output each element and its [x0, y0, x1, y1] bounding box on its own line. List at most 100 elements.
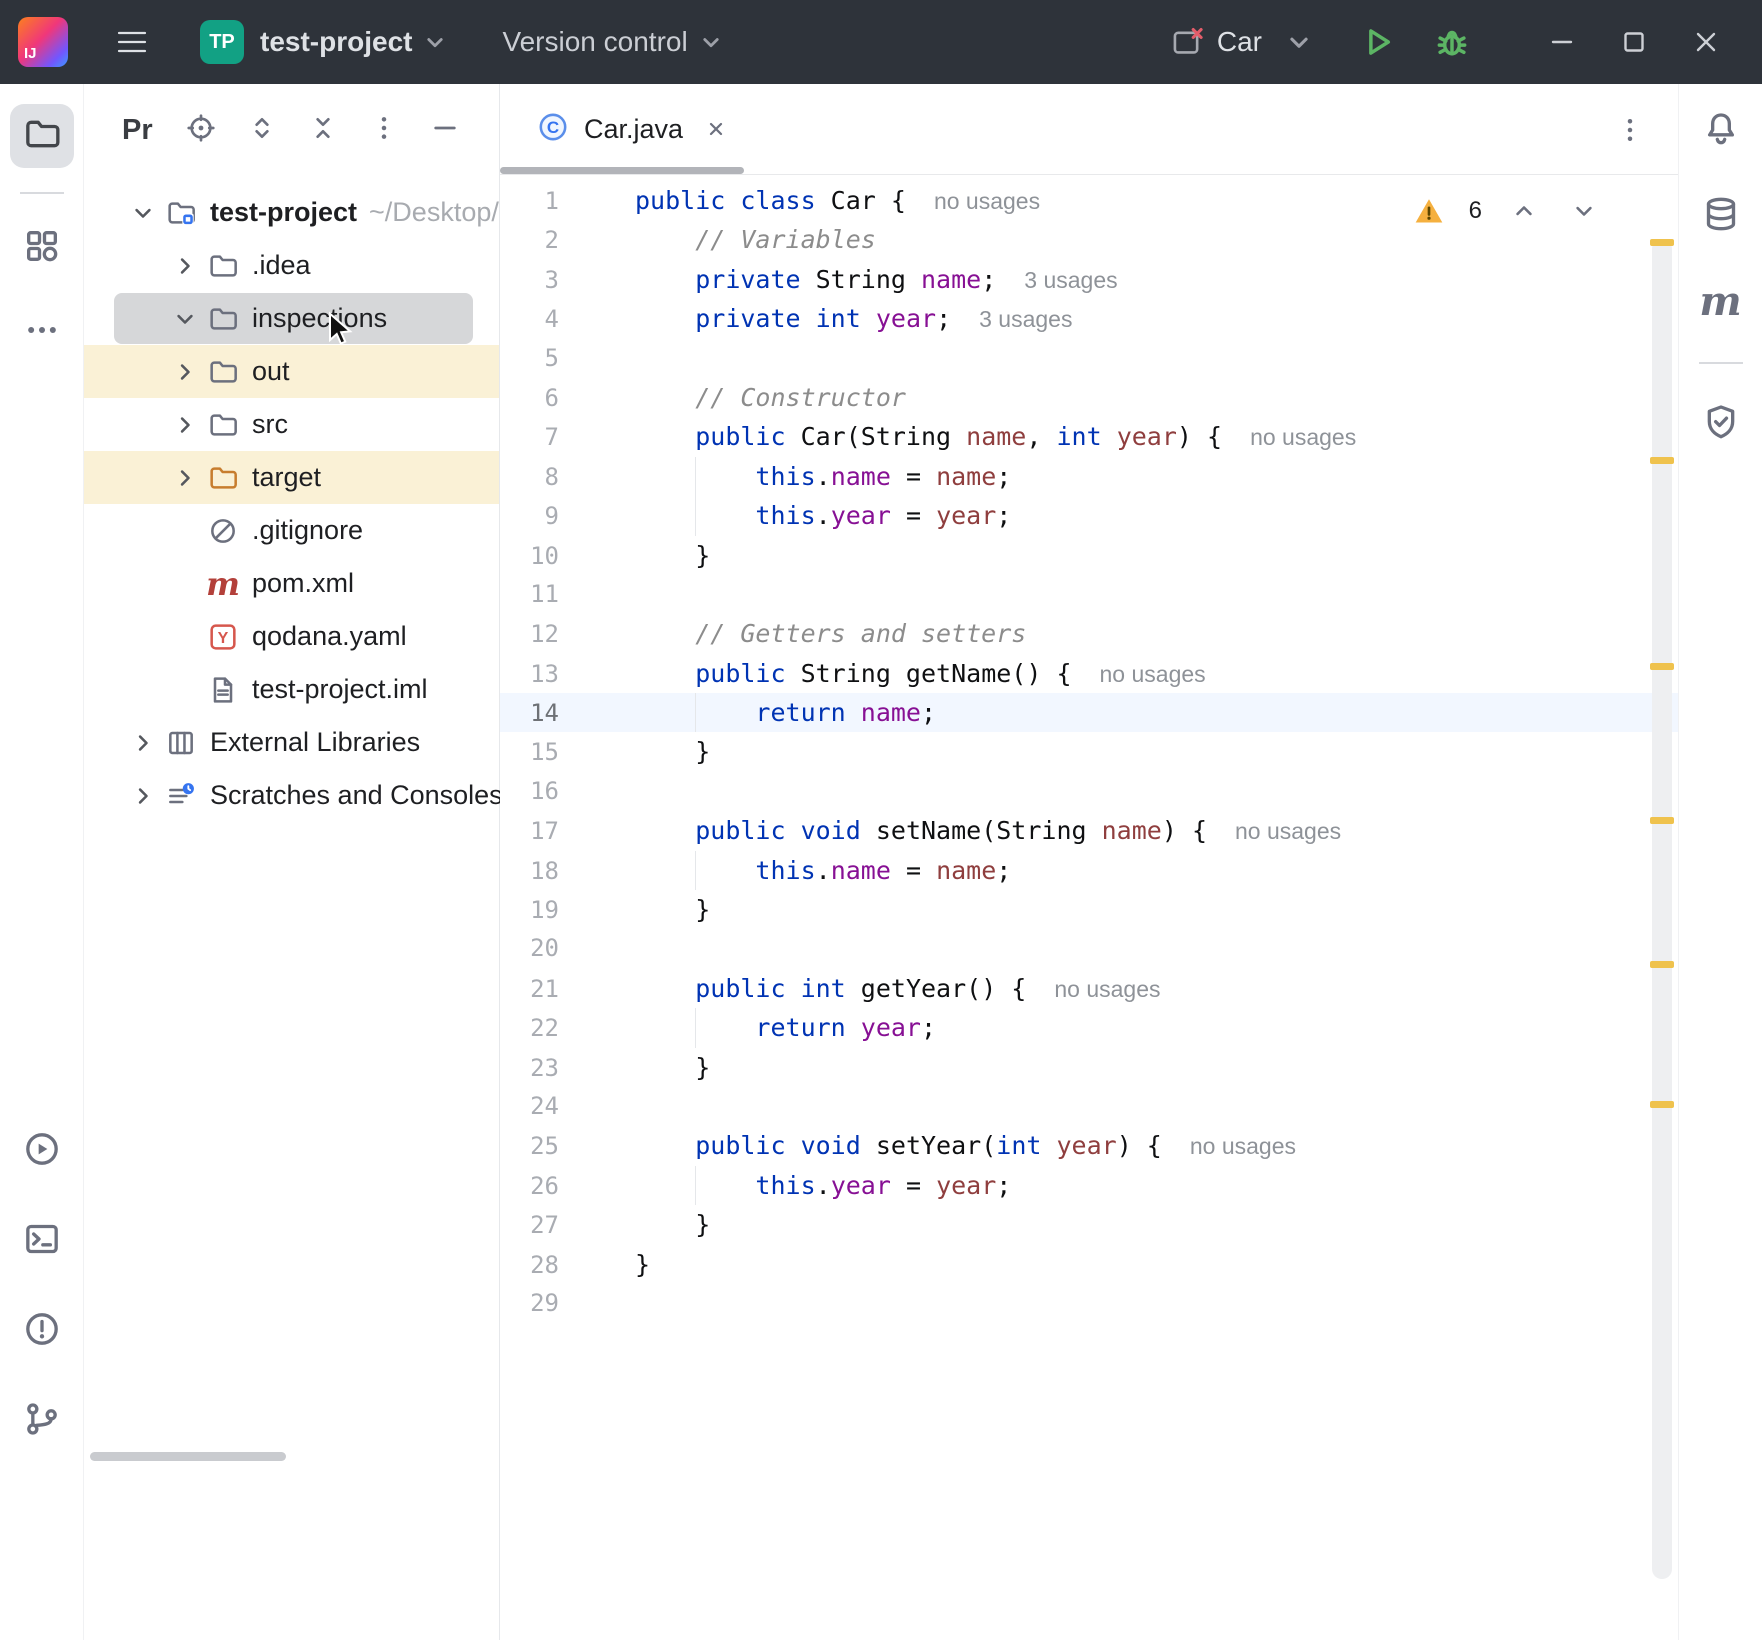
- code-line-23[interactable]: 23 }: [500, 1048, 1678, 1087]
- chevron-right-icon[interactable]: [122, 775, 164, 817]
- line-number[interactable]: 9: [500, 497, 635, 536]
- expand-all-button[interactable]: [240, 108, 284, 152]
- tree-item-pom-xml[interactable]: mpom.xml: [84, 557, 499, 610]
- code-line-25[interactable]: 25 public void setYear(int year) {no usa…: [500, 1126, 1678, 1165]
- line-number[interactable]: 16: [500, 772, 635, 811]
- tree-item-qodana-yaml[interactable]: Yqodana.yaml: [84, 610, 499, 663]
- chevron-down-icon[interactable]: [122, 192, 164, 234]
- line-number[interactable]: 7: [500, 418, 635, 457]
- code-line-26[interactable]: 26 this.year = year;: [500, 1166, 1678, 1205]
- line-number[interactable]: 18: [500, 852, 635, 891]
- chevron-right-icon[interactable]: [164, 351, 206, 393]
- line-number[interactable]: 13: [500, 655, 635, 694]
- line-number[interactable]: 17: [500, 812, 635, 851]
- code-line-29[interactable]: 29: [500, 1284, 1678, 1323]
- line-number[interactable]: 6: [500, 379, 635, 418]
- tool-database-button[interactable]: [1689, 184, 1753, 248]
- code-line-19[interactable]: 19 }: [500, 890, 1678, 929]
- more-vertical-button[interactable]: [362, 108, 406, 152]
- line-number[interactable]: 28: [500, 1246, 635, 1285]
- line-number[interactable]: 12: [500, 615, 635, 654]
- tool-terminal-button[interactable]: [10, 1209, 74, 1273]
- minimize-button[interactable]: [1526, 10, 1598, 74]
- code-line-17[interactable]: 17 public void setName(String name) {no …: [500, 811, 1678, 850]
- line-number[interactable]: 10: [500, 537, 635, 576]
- line-number[interactable]: 15: [500, 733, 635, 772]
- tool-project-tool-button[interactable]: [10, 104, 74, 168]
- run-config-selector[interactable]: Car: [1171, 25, 1316, 59]
- previous-problem-button[interactable]: [1506, 193, 1542, 229]
- line-number[interactable]: 14: [500, 694, 635, 733]
- tree-item-test-project[interactable]: test-project~/Desktop/: [84, 186, 499, 239]
- chevron-right-icon[interactable]: [122, 722, 164, 764]
- line-number[interactable]: 4: [500, 300, 635, 339]
- line-number[interactable]: 20: [500, 929, 635, 968]
- project-panel-title[interactable]: Pr: [122, 114, 153, 147]
- code-line-9[interactable]: 9 this.year = year;: [500, 496, 1678, 535]
- code-line-14[interactable]: 14 return name;: [500, 693, 1678, 732]
- line-number[interactable]: 23: [500, 1049, 635, 1088]
- tree-item-target[interactable]: target: [84, 451, 499, 504]
- chevron-right-icon[interactable]: [164, 404, 206, 446]
- tree-item-inspections[interactable]: inspections: [84, 292, 499, 345]
- run-button[interactable]: [1350, 14, 1406, 70]
- code-line-13[interactable]: 13 public String getName() {no usages: [500, 654, 1678, 693]
- tool-maven-button[interactable]: m: [1689, 270, 1753, 334]
- line-number[interactable]: 25: [500, 1127, 635, 1166]
- line-number[interactable]: 29: [500, 1284, 635, 1323]
- tab-car-java[interactable]: C Car.java: [500, 84, 759, 174]
- tool-qodana-shield-button[interactable]: [1689, 392, 1753, 456]
- tab-close-icon[interactable]: [703, 116, 729, 142]
- line-number[interactable]: 27: [500, 1206, 635, 1245]
- line-number[interactable]: 11: [500, 575, 635, 614]
- main-menu-button[interactable]: [104, 14, 160, 70]
- line-number[interactable]: 22: [500, 1009, 635, 1048]
- tool-more-button[interactable]: [10, 300, 74, 364]
- code-line-21[interactable]: 21 public int getYear() {no usages: [500, 969, 1678, 1008]
- code-line-8[interactable]: 8 this.name = name;: [500, 457, 1678, 496]
- tree-item-external-libraries[interactable]: External Libraries: [84, 716, 499, 769]
- code-line-10[interactable]: 10 }: [500, 536, 1678, 575]
- tree-item-test-project-iml[interactable]: test-project.iml: [84, 663, 499, 716]
- tree-item-src[interactable]: src: [84, 398, 499, 451]
- code-line-27[interactable]: 27 }: [500, 1205, 1678, 1244]
- tree-item-out[interactable]: out: [84, 345, 499, 398]
- code-line-4[interactable]: 4 private int year;3 usages: [500, 299, 1678, 338]
- line-number[interactable]: 3: [500, 261, 635, 300]
- line-number[interactable]: 19: [500, 891, 635, 930]
- tool-run-button[interactable]: [10, 1119, 74, 1183]
- locate-button[interactable]: [179, 108, 223, 152]
- code-line-7[interactable]: 7 public Car(String name, int year) {no …: [500, 417, 1678, 456]
- next-problem-button[interactable]: [1566, 193, 1602, 229]
- code-line-5[interactable]: 5: [500, 339, 1678, 378]
- tree-item-scratches-and-consoles[interactable]: Scratches and Consoles: [84, 769, 499, 822]
- code-line-22[interactable]: 22 return year;: [500, 1008, 1678, 1047]
- editor-options-kebab-icon[interactable]: [1608, 108, 1652, 152]
- line-number[interactable]: 1: [500, 182, 635, 221]
- line-number[interactable]: 26: [500, 1167, 635, 1206]
- line-number[interactable]: 5: [500, 339, 635, 378]
- tool-notifications-button[interactable]: [1689, 98, 1753, 162]
- code-line-20[interactable]: 20: [500, 929, 1678, 968]
- tree-item-gitignore[interactable]: .gitignore: [84, 504, 499, 557]
- code-area[interactable]: 1public class Car {no usages2 // Variabl…: [500, 175, 1678, 1640]
- code-line-24[interactable]: 24: [500, 1087, 1678, 1126]
- debug-button[interactable]: [1424, 14, 1480, 70]
- code-line-6[interactable]: 6 // Constructor: [500, 378, 1678, 417]
- hide-button[interactable]: [423, 108, 467, 152]
- code-line-28[interactable]: 28}: [500, 1245, 1678, 1284]
- maximize-button[interactable]: [1598, 10, 1670, 74]
- code-line-18[interactable]: 18 this.name = name;: [500, 851, 1678, 890]
- line-number[interactable]: 24: [500, 1087, 635, 1126]
- code-line-3[interactable]: 3 private String name;3 usages: [500, 260, 1678, 299]
- tool-structure-button[interactable]: [10, 216, 74, 280]
- chevron-down-icon[interactable]: [164, 298, 206, 340]
- close-button[interactable]: [1670, 10, 1742, 74]
- line-number[interactable]: 21: [500, 970, 635, 1009]
- line-number[interactable]: 8: [500, 458, 635, 497]
- chevron-right-icon[interactable]: [164, 457, 206, 499]
- code-line-15[interactable]: 15 }: [500, 732, 1678, 771]
- line-number[interactable]: 2: [500, 221, 635, 260]
- horizontal-scrollbar[interactable]: [90, 1452, 286, 1461]
- chevron-right-icon[interactable]: [164, 245, 206, 287]
